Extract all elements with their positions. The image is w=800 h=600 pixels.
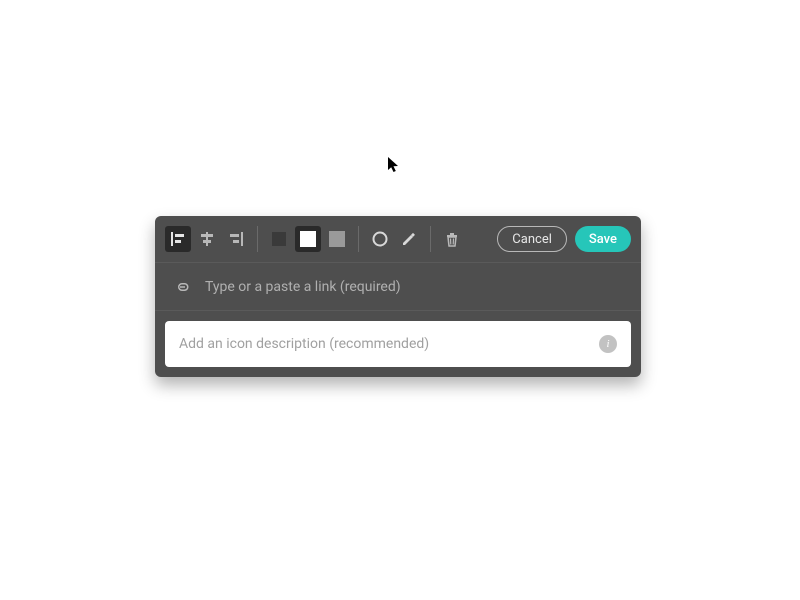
align-center-icon <box>198 230 216 248</box>
link-icon <box>173 277 193 297</box>
save-button[interactable]: Save <box>575 226 631 252</box>
swatch-dark-icon <box>272 232 286 246</box>
link-row <box>155 262 641 310</box>
swatch-gray-button[interactable] <box>324 226 350 252</box>
link-input[interactable] <box>205 279 623 295</box>
cursor-pointer-icon <box>387 156 401 174</box>
align-left-button[interactable] <box>165 226 191 252</box>
align-right-button[interactable] <box>223 226 249 252</box>
circle-button[interactable] <box>367 226 393 252</box>
delete-button[interactable] <box>439 226 465 252</box>
icon-editor-panel: Cancel Save i <box>155 216 641 377</box>
trash-group <box>431 226 473 252</box>
shape-group <box>359 226 430 252</box>
color-group <box>258 226 358 252</box>
description-row: i <box>155 310 641 377</box>
info-icon[interactable]: i <box>599 335 617 353</box>
edit-icon <box>400 230 418 248</box>
align-left-icon <box>169 230 187 248</box>
description-input[interactable] <box>179 336 589 352</box>
edit-button[interactable] <box>396 226 422 252</box>
circle-icon <box>371 230 389 248</box>
align-right-icon <box>227 230 245 248</box>
swatch-dark-button[interactable] <box>266 226 292 252</box>
description-field-wrap: i <box>165 321 631 367</box>
swatch-white-icon <box>300 231 316 247</box>
toolbar: Cancel Save <box>155 216 641 262</box>
swatch-white-button[interactable] <box>295 226 321 252</box>
swatch-gray-icon <box>329 231 345 247</box>
align-group <box>165 226 257 252</box>
align-center-button[interactable] <box>194 226 220 252</box>
cancel-button[interactable]: Cancel <box>497 226 567 252</box>
trash-icon <box>443 230 461 248</box>
